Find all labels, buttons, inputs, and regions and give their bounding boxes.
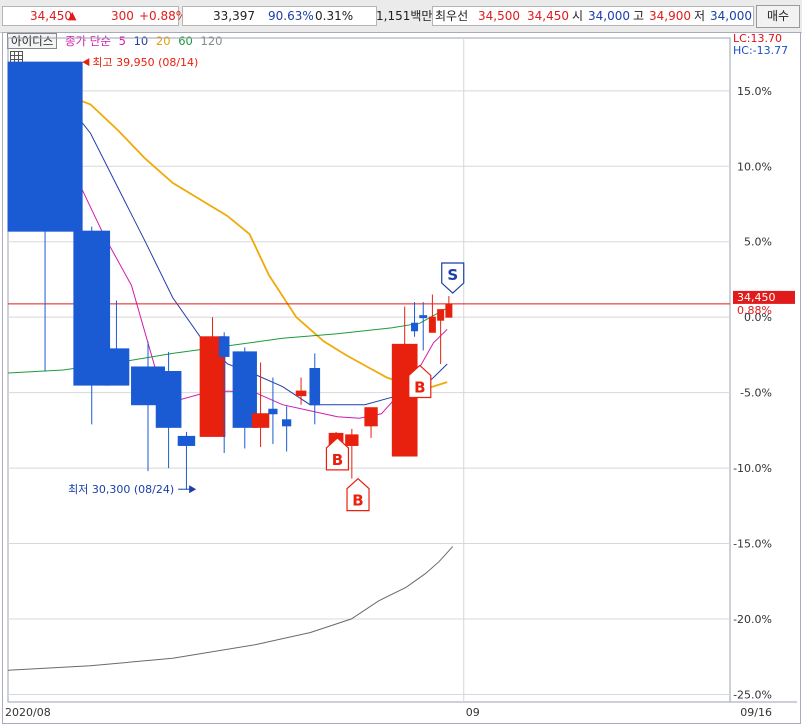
signal-label: B	[352, 492, 363, 510]
candle-body	[445, 303, 453, 318]
candle-body	[309, 367, 321, 406]
ma-line-120	[7, 546, 454, 671]
sell-signal-flag: S	[441, 262, 465, 294]
signal-label: B	[414, 378, 425, 396]
candlestick-chart: 15.0%10.0%5.0%0.0%-5.0%-10.0%-15.0%-20.0…	[5, 37, 797, 719]
x-tick-label: 09/16	[740, 706, 772, 719]
buy-signal-flag: B	[346, 477, 370, 512]
candle-body	[295, 390, 307, 397]
candle-body	[7, 61, 83, 232]
candle-body	[364, 407, 378, 427]
y-tick-label: 10.0%	[737, 160, 772, 173]
high-arrow-icon	[82, 58, 90, 67]
candle-body	[345, 434, 359, 446]
candle-body	[428, 316, 436, 333]
candle-body	[268, 408, 278, 415]
x-tick-label: 2020/08	[5, 706, 51, 719]
current-price-tag-label: 34,450	[737, 291, 776, 304]
candle-body	[218, 336, 230, 357]
y-tick-label: 15.0%	[737, 85, 772, 98]
current-percent-label: 0.88%	[737, 304, 772, 317]
x-tick-label: 09	[466, 706, 480, 719]
candle-body	[411, 322, 419, 332]
y-tick-label: 5.0%	[744, 236, 772, 249]
y-tick-label: -15.0%	[733, 538, 772, 551]
low-annotation: 최저 30,300 (08/24)	[68, 483, 174, 496]
candle-body	[251, 413, 270, 428]
signal-label: B	[332, 451, 343, 469]
signal-label: S	[447, 266, 458, 284]
candle-body	[391, 343, 418, 457]
candle-body	[419, 315, 428, 319]
candle-body	[282, 419, 292, 427]
y-tick-label: -10.0%	[733, 462, 772, 475]
low-arrow-icon	[189, 485, 197, 494]
ma-line-20	[62, 92, 448, 390]
y-tick-label: -20.0%	[733, 613, 772, 626]
candle-body	[155, 371, 182, 428]
candle-body	[103, 348, 130, 386]
y-tick-label: -25.0%	[733, 688, 772, 701]
candle-body	[177, 435, 196, 446]
candle-body	[437, 309, 445, 321]
y-tick-label: -5.0%	[740, 387, 772, 400]
high-annotation: 최고 39,950 (08/14)	[92, 56, 198, 69]
